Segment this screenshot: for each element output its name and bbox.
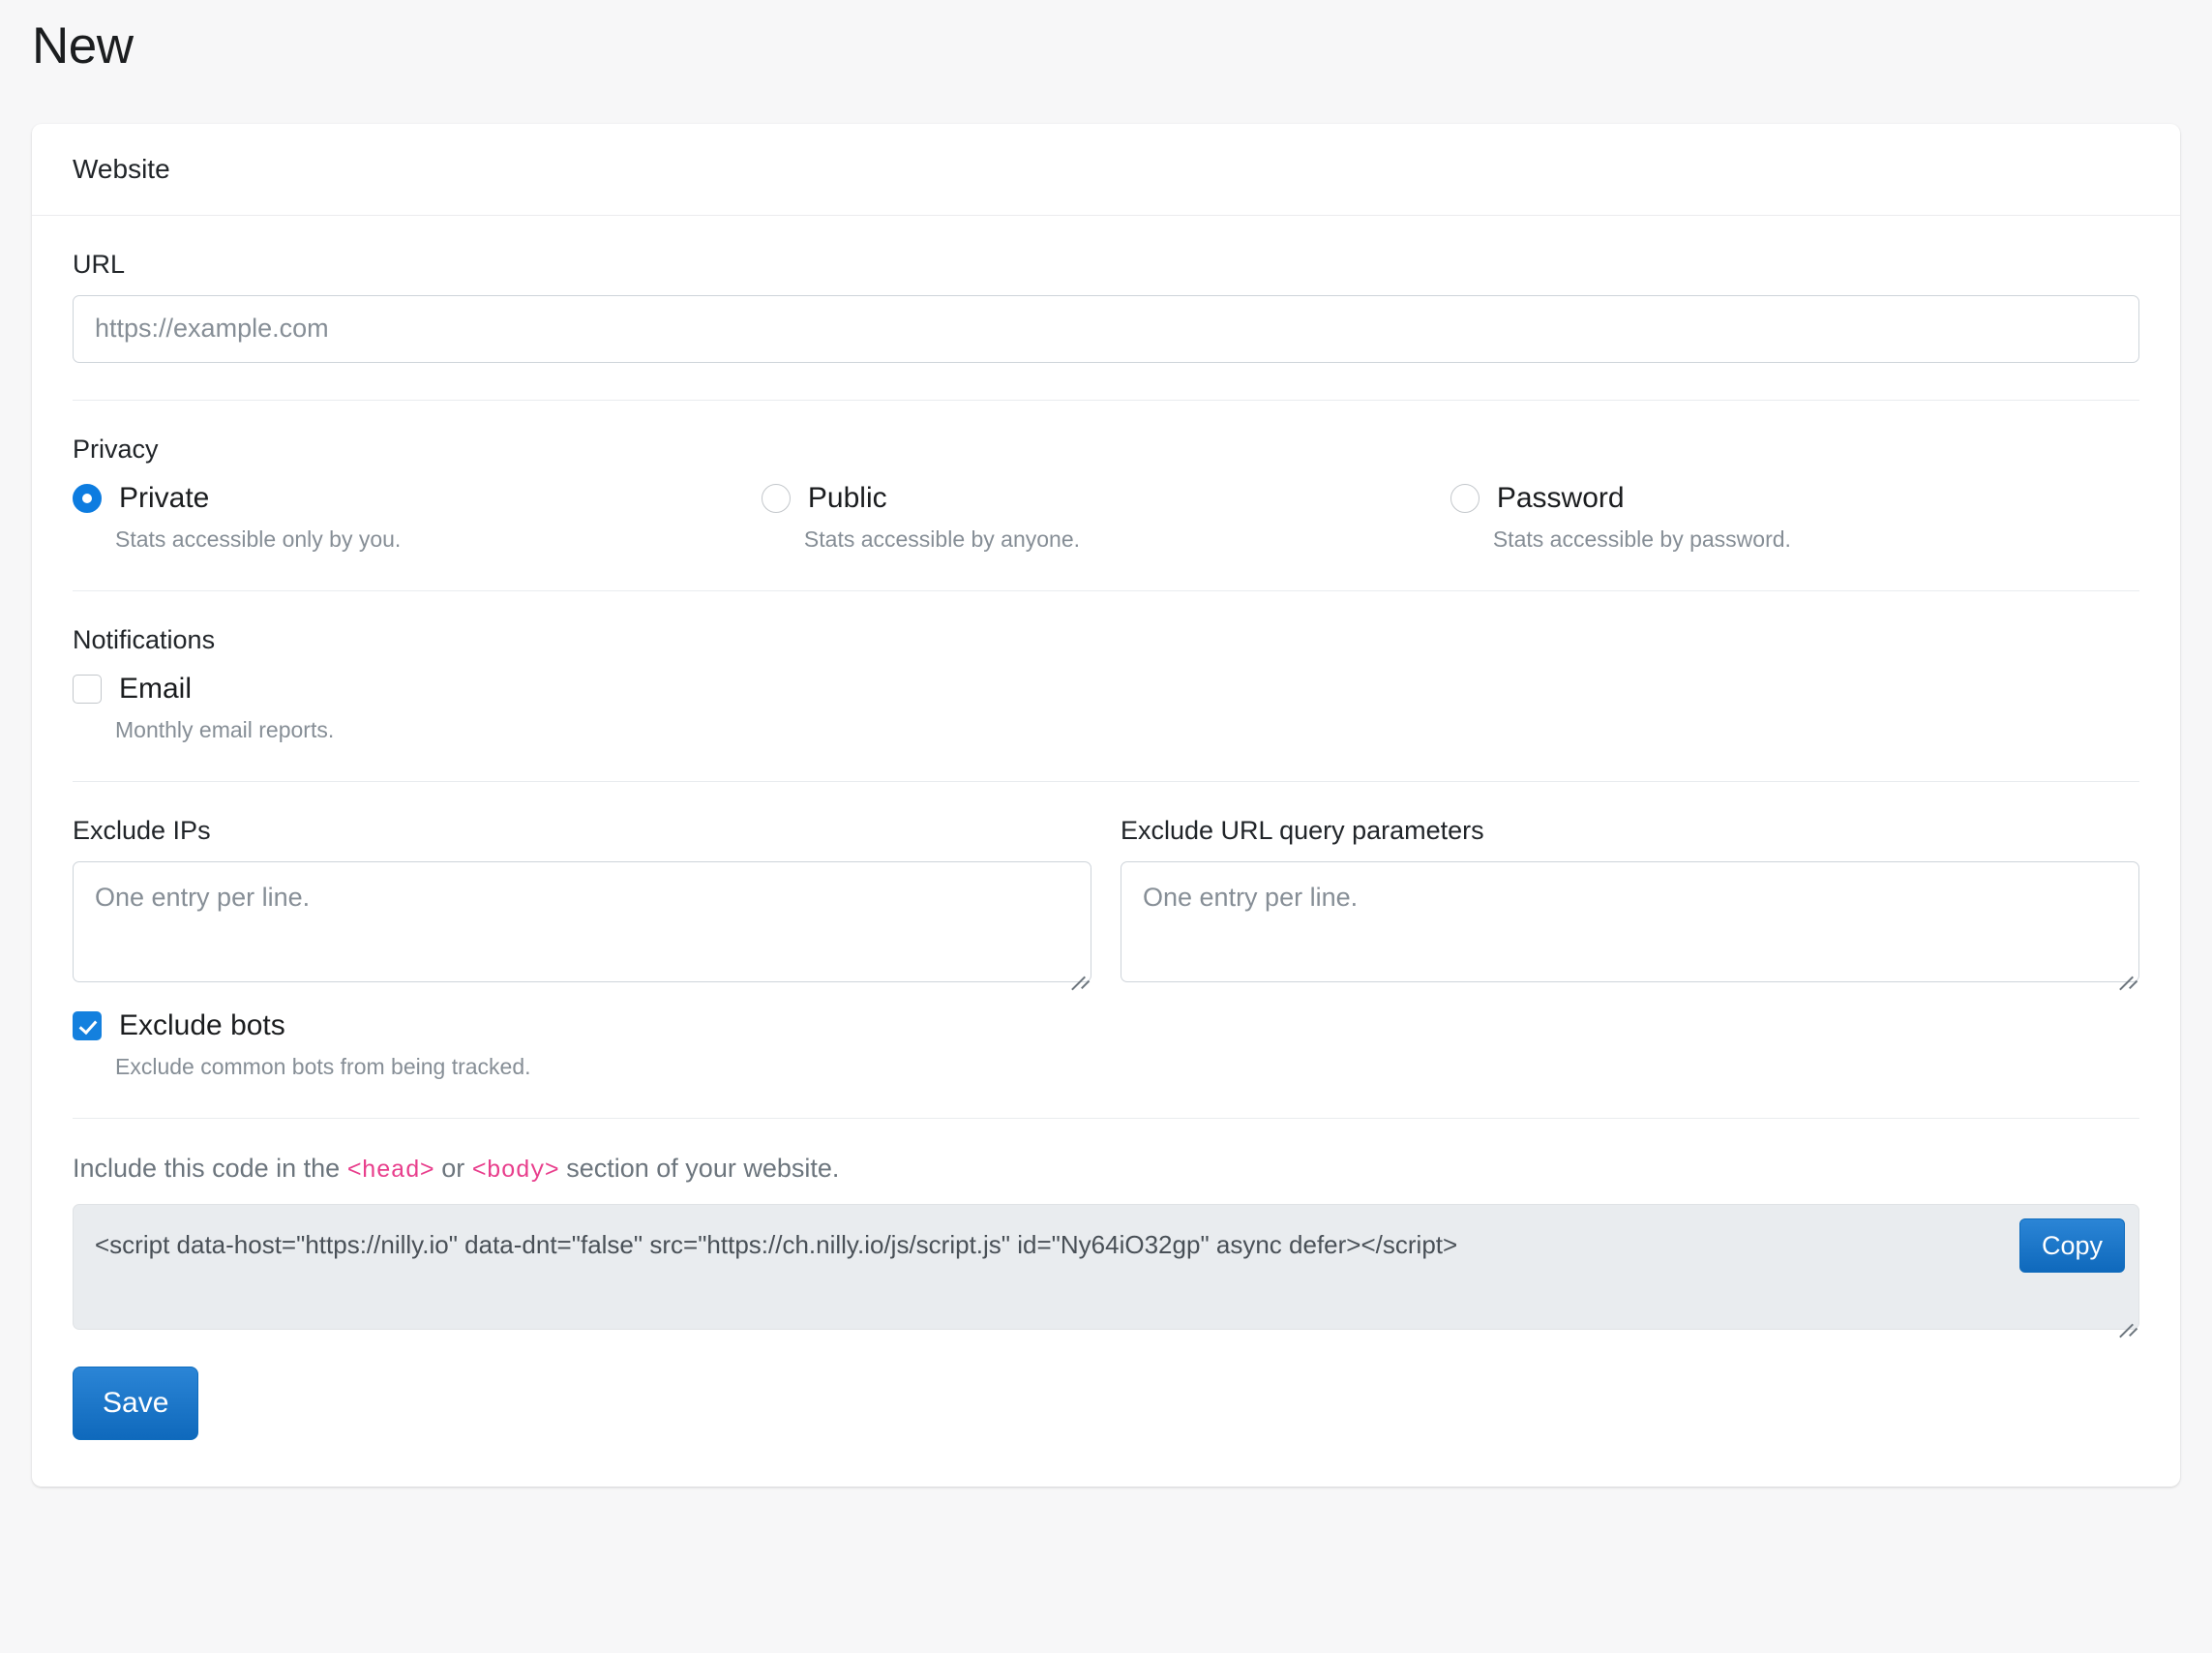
resize-grip-icon[interactable] <box>1068 960 1091 991</box>
privacy-option-private-help: Stats accessible only by you. <box>115 526 402 553</box>
privacy-section: Privacy Private Stats accessible only by… <box>73 401 2139 554</box>
exclude-bots-label: Exclude bots <box>119 1009 285 1042</box>
radio-public-icon[interactable] <box>761 484 791 514</box>
snippet-note-part3: section of your website. <box>558 1153 840 1183</box>
exclude-query-params-textarea[interactable]: One entry per line. <box>1121 861 2139 991</box>
resize-grip-icon[interactable] <box>2116 1307 2138 1338</box>
notifications-section: Notifications Email Monthly email report… <box>73 591 2139 744</box>
exclude-bots-help: Exclude common bots from being tracked. <box>115 1054 531 1080</box>
radio-password-icon[interactable] <box>1450 484 1480 514</box>
notifications-label: Notifications <box>73 624 216 654</box>
snippet-code-textarea[interactable]: <script data-host="https://nilly.io" dat… <box>73 1204 2139 1338</box>
privacy-option-private[interactable]: Private Stats accessible only by you. <box>73 484 762 554</box>
notifications-email-label: Email <box>119 673 193 706</box>
privacy-option-public[interactable]: Public Stats accessible by anyone. <box>761 482 1450 554</box>
privacy-option-public-label: Public <box>807 482 887 515</box>
snippet-note: Include this code in the <head> or <body… <box>73 1152 2139 1187</box>
snippet-head-tag: <head> <box>346 1156 434 1185</box>
copy-button[interactable]: Copy <box>2018 1218 2125 1274</box>
notifications-email-help: Monthly email reports. <box>115 717 335 743</box>
exclude-query-params-placeholder: One entry per line. <box>1143 883 1359 913</box>
privacy-radio-group: Private Stats accessible only by you. Pu… <box>73 484 2139 554</box>
save-button[interactable]: Save <box>73 1367 199 1441</box>
privacy-option-password[interactable]: Password Stats accessible by password. <box>1450 484 2139 554</box>
notifications-email-option[interactable]: Email Monthly email reports. <box>73 675 2139 744</box>
privacy-option-password-help: Stats accessible by password. <box>1492 526 1791 553</box>
exclude-bots-option[interactable]: Exclude bots Exclude common bots from be… <box>73 1011 2139 1081</box>
exclude-ips-label: Exclude IPs <box>73 815 211 845</box>
privacy-label: Privacy <box>73 434 159 464</box>
page-title: New <box>32 17 134 75</box>
snippet-note-part1: Include this code in the <box>73 1153 347 1183</box>
snippet-body-tag: <body> <box>471 1156 559 1185</box>
card-header-title: Website <box>73 154 170 184</box>
privacy-option-public-help: Stats accessible by anyone. <box>803 526 1081 553</box>
snippet-note-part2: or <box>433 1153 472 1183</box>
privacy-option-password-label: Password <box>1496 482 1625 515</box>
radio-private-icon[interactable] <box>73 484 102 514</box>
page-root: New Website URL Privacy Private <box>0 0 2212 1653</box>
snippet-section: Include this code in the <head> or <body… <box>73 1119 2139 1441</box>
exclude-ips-placeholder: One entry per line. <box>95 883 311 913</box>
snippet-code-text: <script data-host="https://nilly.io" dat… <box>95 1230 1458 1260</box>
checkbox-email-icon[interactable] <box>73 675 102 705</box>
website-settings-card: Website URL Privacy Private Sta <box>32 124 2180 1488</box>
privacy-option-private-label: Private <box>119 482 210 515</box>
exclude-ips-textarea[interactable]: One entry per line. <box>73 861 1091 991</box>
checkbox-exclude-bots-icon[interactable] <box>73 1011 102 1041</box>
exclude-query-params-label: Exclude URL query parameters <box>1121 815 1484 845</box>
card-body: URL Privacy Private Stats accessible onl… <box>32 216 2180 1488</box>
url-field-group: URL <box>73 249 2139 363</box>
url-label: URL <box>73 249 126 279</box>
card-header: Website <box>32 124 2180 216</box>
resize-grip-icon[interactable] <box>2116 960 2138 991</box>
exclude-query-params-group: Exclude URL query parameters One entry p… <box>1121 815 2139 991</box>
exclude-ips-group: Exclude IPs One entry per line. <box>73 815 1091 991</box>
url-input[interactable] <box>73 294 2139 363</box>
exclusions-section: Exclude IPs One entry per line. Exclude … <box>73 782 2139 1081</box>
